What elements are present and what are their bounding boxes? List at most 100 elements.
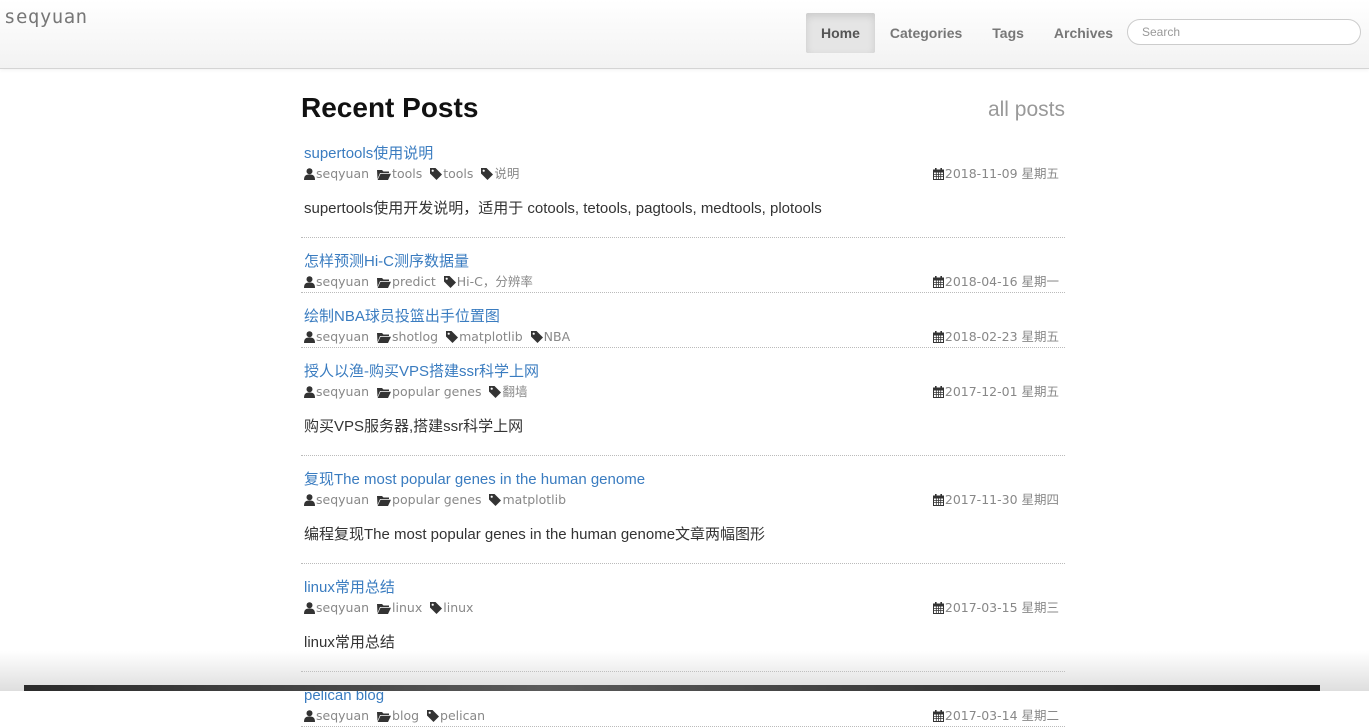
category-link-label: linux	[392, 600, 423, 615]
post-meta: seqyuan popular genes 翻墙 2017-12-01 星期五	[304, 382, 1062, 402]
nav-tags[interactable]: Tags	[977, 13, 1039, 53]
author-link[interactable]: seqyuan	[304, 272, 369, 292]
tag-link-label: pelican	[440, 708, 486, 723]
author-link[interactable]: seqyuan	[304, 490, 369, 510]
author-link-label: seqyuan	[316, 274, 370, 289]
post-date-text: 2017-12-01 星期五	[944, 384, 1059, 399]
post-meta: seqyuan popular genes matplotlib 2017-11-30…	[304, 490, 1062, 510]
author-link[interactable]: seqyuan	[304, 327, 369, 347]
tag-icon	[489, 384, 502, 399]
calendar-icon	[932, 600, 945, 615]
tag-link-label: 翻墙	[502, 384, 528, 399]
author-link-label: seqyuan	[316, 166, 370, 181]
folder-icon	[377, 274, 392, 289]
author-link-label: seqyuan	[316, 329, 370, 344]
category-link-label: popular genes	[392, 384, 482, 399]
nav-home[interactable]: Home	[806, 13, 875, 53]
post-title-link[interactable]: 怎样预测Hi-C测序数据量	[304, 252, 469, 272]
post-date: 2018-04-16 星期一	[932, 272, 1059, 292]
user-icon	[304, 384, 316, 399]
post-item: 绘制NBA球员投篮出手位置图 seqyuan shotlog matplotlib NB…	[301, 307, 1065, 348]
folder-icon	[377, 708, 392, 723]
post-meta: seqyuan predict Hi-C，分辨率 2018-04-16 星期一	[304, 272, 1062, 292]
post-title-link[interactable]: linux常用总结	[304, 578, 395, 598]
category-link[interactable]: tools	[377, 164, 422, 184]
user-icon	[304, 492, 316, 507]
tag-link-label: linux	[443, 600, 474, 615]
post-list: supertools使用说明 seqyuan tools tools 说明 2018-11…	[301, 144, 1065, 727]
tag-link-label: matplotlib	[459, 329, 523, 344]
calendar-icon	[932, 166, 945, 181]
post-summary: 编程复现The most popular genes in the human …	[304, 526, 766, 543]
main-nav: Home Categories Tags Archives	[806, 13, 1128, 53]
author-link[interactable]: seqyuan	[304, 382, 369, 402]
tag-link[interactable]: tools	[430, 164, 473, 184]
category-link[interactable]: popular genes	[377, 382, 481, 402]
post-item: 授人以渔-购买VPS搭建ssr科学上网 seqyuan popular genes 翻…	[301, 362, 1065, 456]
tag-link[interactable]: pelican	[427, 706, 485, 726]
post-item: 复现The most popular genes in the human ge…	[301, 470, 1065, 564]
category-link[interactable]: blog	[377, 706, 419, 726]
search-input[interactable]	[1127, 19, 1361, 45]
post-date: 2018-02-23 星期五	[932, 327, 1059, 347]
site-brand[interactable]: seqyuan	[4, 6, 88, 28]
post-item: supertools使用说明 seqyuan tools tools 说明 2018-11…	[301, 144, 1065, 238]
user-icon	[304, 329, 316, 344]
tag-link[interactable]: NBA	[530, 327, 570, 347]
all-posts-link[interactable]: all posts	[988, 98, 1065, 122]
tag-icon	[430, 166, 443, 181]
post-summary: supertools使用开发说明，适用于 cotools, tetools, p…	[304, 200, 822, 217]
post-title-link[interactable]: 复现The most popular genes in the human ge…	[304, 470, 645, 490]
category-link[interactable]: predict	[377, 272, 436, 292]
author-link-label: seqyuan	[316, 492, 370, 507]
folder-icon	[377, 329, 392, 344]
post-date-text: 2018-02-23 星期五	[944, 329, 1059, 344]
author-link[interactable]: seqyuan	[304, 706, 369, 726]
author-link[interactable]: seqyuan	[304, 164, 369, 184]
category-link[interactable]: popular genes	[377, 490, 481, 510]
author-link-label: seqyuan	[316, 600, 370, 615]
post-title-link[interactable]: 绘制NBA球员投篮出手位置图	[304, 307, 500, 327]
recent-posts-header: Recent Posts all posts	[301, 68, 1065, 144]
folder-icon	[377, 166, 392, 181]
category-link[interactable]: shotlog	[377, 327, 438, 347]
author-link[interactable]: seqyuan	[304, 598, 369, 618]
post-date: 2017-03-14 星期二	[932, 706, 1059, 726]
tag-link-label: Hi-C，分辨率	[456, 274, 533, 289]
post-meta: seqyuan linux linux 2017-03-15 星期三	[304, 598, 1062, 618]
post-meta: seqyuan blog pelican 2017-03-14 星期二	[304, 706, 1062, 726]
tag-link[interactable]: Hi-C，分辨率	[443, 272, 533, 292]
tag-link[interactable]: 翻墙	[489, 382, 528, 402]
post-date-text: 2017-11-30 星期四	[944, 492, 1059, 507]
tag-link[interactable]: matplotlib	[446, 327, 523, 347]
post-item: 怎样预测Hi-C测序数据量 seqyuan predict Hi-C，分辨率 2018-…	[301, 252, 1065, 293]
tag-link[interactable]: matplotlib	[489, 490, 566, 510]
post-date: 2017-11-30 星期四	[932, 490, 1059, 510]
tag-link[interactable]: linux	[430, 598, 473, 618]
tag-icon	[530, 329, 544, 344]
nav-archives[interactable]: Archives	[1039, 13, 1128, 53]
folder-icon	[377, 384, 392, 399]
category-link-label: shotlog	[392, 329, 439, 344]
nav-categories[interactable]: Categories	[875, 13, 977, 53]
calendar-icon	[932, 329, 945, 344]
post-title-link[interactable]: 授人以渔-购买VPS搭建ssr科学上网	[304, 362, 539, 382]
post-date-text: 2017-03-15 星期三	[944, 600, 1059, 615]
post-date: 2017-12-01 星期五	[932, 382, 1059, 402]
calendar-icon	[932, 708, 945, 723]
category-link[interactable]: linux	[377, 598, 422, 618]
folder-icon	[377, 600, 392, 615]
tag-icon	[446, 329, 459, 344]
post-summary: 购买VPS服务器,搭建ssr科学上网	[304, 418, 524, 435]
tag-link[interactable]: 说明	[481, 164, 519, 184]
user-icon	[304, 600, 316, 615]
tag-icon	[427, 708, 440, 723]
user-icon	[304, 708, 316, 723]
tag-link-label: 说明	[494, 166, 520, 181]
calendar-icon	[932, 492, 945, 507]
post-date: 2018-11-09 星期五	[932, 164, 1059, 184]
tag-icon	[443, 274, 457, 289]
post-title-link[interactable]: supertools使用说明	[304, 144, 433, 164]
tag-icon	[481, 166, 494, 181]
main-content: Recent Posts all posts supertools使用说明 seq…	[301, 68, 1065, 727]
